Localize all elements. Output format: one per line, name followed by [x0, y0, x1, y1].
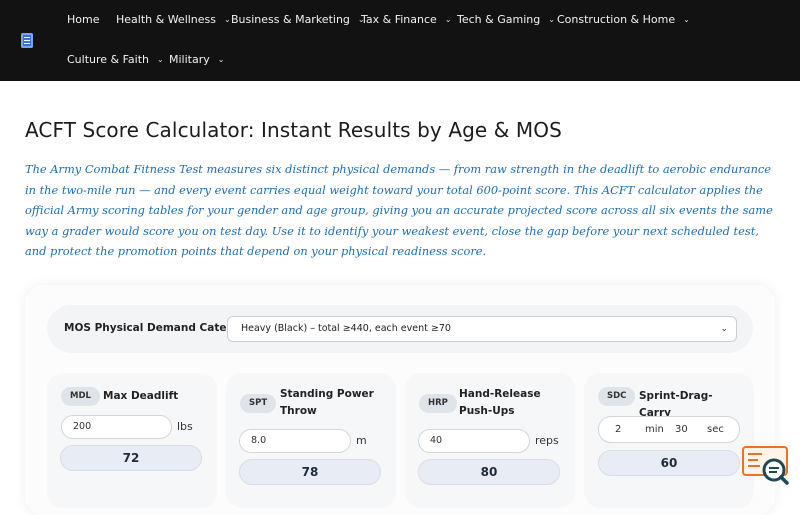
event-score: 80 — [418, 459, 560, 485]
event-code-badge: SPT — [240, 394, 277, 413]
nav-label: Health & Wellness — [116, 13, 217, 26]
nav-label: Construction & Home — [557, 13, 676, 26]
event-unit: lbs — [177, 420, 193, 433]
site-header: Home Health & Wellness ⌄ Business & Mark… — [0, 0, 800, 81]
event-unit: m — [356, 434, 367, 447]
calculator-logo-icon[interactable] — [21, 33, 33, 48]
seconds-input[interactable]: 30 — [675, 424, 688, 435]
nav-item-tax-finance[interactable]: Tax & Finance ⌄ — [361, 13, 452, 26]
deadlift-input[interactable]: 200 — [61, 415, 172, 439]
nav-label: Military — [169, 53, 210, 66]
nav-label: Business & Marketing — [231, 13, 350, 26]
power-throw-input[interactable]: 8.0 — [239, 429, 351, 453]
mos-category-select[interactable]: Heavy (Black) – total ≥440, each event ≥… — [227, 316, 737, 342]
event-name: Hand-Release Push-Ups — [459, 388, 541, 417]
chevron-down-icon: ⌄ — [548, 15, 555, 24]
chat-search-icon[interactable] — [742, 446, 790, 486]
event-score: 78 — [239, 459, 381, 485]
chevron-down-icon: ⌄ — [444, 15, 452, 24]
event-score: 72 — [60, 445, 202, 471]
nav-label: Tech & Gaming — [457, 13, 541, 26]
nav-item-tech-gaming[interactable]: Tech & Gaming ⌄ — [457, 13, 555, 26]
nav-item-business-marketing[interactable]: Business & Marketing ⌄ — [231, 13, 365, 26]
event-score: 60 — [598, 450, 740, 476]
nav-item-home[interactable]: Home — [67, 13, 99, 26]
nav-item-military[interactable]: Military ⌄ — [169, 53, 224, 66]
nav-item-culture-faith[interactable]: Culture & Faith ⌄ — [67, 53, 164, 66]
event-name: Max Deadlift — [103, 390, 179, 402]
event-code-badge: HRP — [419, 394, 457, 413]
event-name: Standing Power Throw — [280, 388, 374, 417]
chevron-down-icon: ⌄ — [217, 55, 225, 64]
nav-item-health-wellness[interactable]: Health & Wellness ⌄ — [116, 13, 231, 26]
nav-label: Home — [67, 13, 100, 26]
chevron-down-icon: ⌄ — [157, 55, 164, 64]
event-unit: reps — [535, 434, 559, 447]
page-title: ACFT Score Calculator: Instant Results b… — [25, 118, 562, 142]
seconds-unit: sec — [707, 424, 724, 435]
chevron-down-icon: ⌄ — [683, 15, 690, 24]
nav-item-construction-home[interactable]: Construction & Home ⌄ — [557, 13, 690, 26]
minutes-unit: min — [645, 424, 664, 435]
event-code-badge: SDC — [598, 387, 636, 406]
event-code-badge: MDL — [61, 387, 100, 406]
chevron-down-icon: ⌄ — [224, 15, 231, 24]
intro-paragraph: The Army Combat Fitness Test measures si… — [25, 162, 773, 259]
nav-label: Culture & Faith — [67, 53, 150, 66]
minutes-input[interactable]: 2 — [615, 424, 621, 435]
mos-selected-value: Heavy (Black) – total ≥440, each event ≥… — [241, 323, 451, 334]
chevron-down-icon: ⌄ — [720, 324, 728, 334]
nav-label: Tax & Finance — [361, 13, 437, 26]
push-ups-input[interactable]: 40 — [418, 429, 530, 453]
